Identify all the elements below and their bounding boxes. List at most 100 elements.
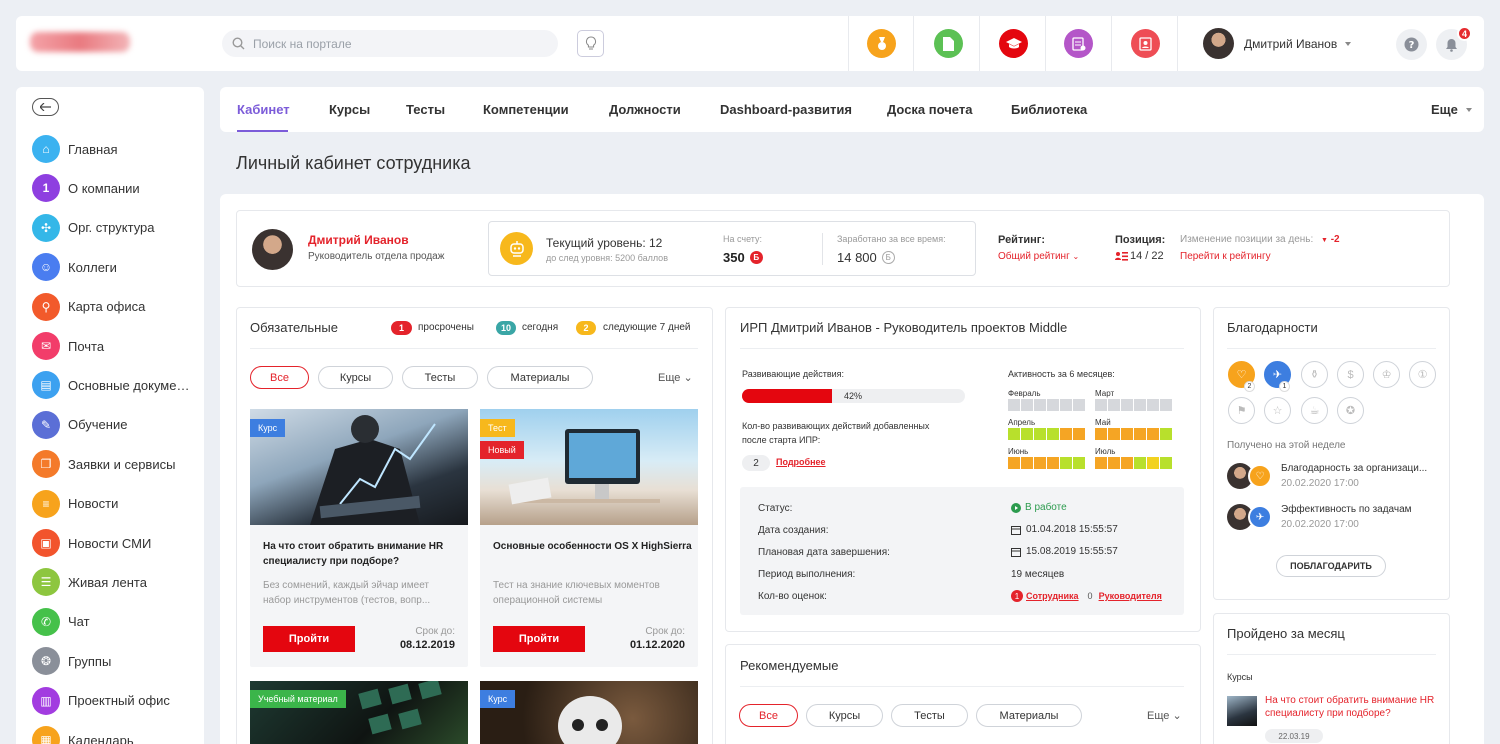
mandatory-title: Обязательные [250, 320, 338, 335]
divider [740, 686, 1184, 687]
sidebar-item[interactable]: ✎ Обучение [32, 410, 193, 439]
lightbulb-icon [585, 36, 596, 50]
contact-card-icon[interactable] [1131, 29, 1160, 58]
tab-library[interactable]: Библиотека [1011, 87, 1087, 132]
rec-filter-courses[interactable]: Курсы [806, 704, 883, 727]
sidebar-item[interactable]: ✉ Почта [32, 332, 193, 360]
idea-button[interactable] [577, 30, 604, 57]
colleagues-icon: ☺ [32, 253, 60, 282]
employee-rating-link[interactable]: Сотрудника [1026, 591, 1079, 601]
calendar-icon [1011, 525, 1021, 535]
course-title[interactable]: Основные особенности OS X HighSierra [493, 539, 693, 554]
flag-badge-icon[interactable]: ⚑ [1228, 397, 1255, 424]
activity-month-label: Май [1095, 418, 1111, 427]
divider [1227, 654, 1436, 655]
start-course-button[interactable]: Пройти [263, 626, 355, 652]
sidebar-item[interactable]: ▦ Календарь [32, 726, 193, 744]
tab-dashboard[interactable]: Dashboard-развития [720, 87, 852, 132]
tab-positions[interactable]: Должности [609, 87, 681, 132]
profile-name[interactable]: Дмитрий Иванов [308, 233, 409, 247]
tab-cabinet[interactable]: Кабинет [237, 87, 290, 132]
user-menu[interactable]: Дмитрий Иванов [1203, 28, 1352, 59]
activity-cell [1160, 399, 1172, 411]
sidebar-item[interactable]: ✣ Орг. структура [32, 213, 193, 242]
sidebar-item-label: Коллеги [68, 259, 117, 275]
activity-cell [1160, 428, 1172, 440]
planned-value: 15.08.2019 15:55:57 [1026, 546, 1118, 557]
arrow-left-icon [40, 103, 51, 111]
thanks-item-title[interactable]: Благодарность за организаци... [1281, 463, 1427, 474]
tab-honor-board[interactable]: Доска почета [887, 87, 972, 132]
first-place-badge-icon[interactable]: ① [1409, 361, 1436, 388]
rating-select[interactable]: Общий рейтинг ⌄ [998, 251, 1079, 262]
week-label: Получено на этой неделе [1227, 440, 1346, 451]
sidebar-item[interactable]: ⚲ Карта офиса [32, 292, 193, 321]
filter-materials[interactable]: Материалы [487, 366, 593, 389]
sidebar-item-label: Группы [68, 653, 112, 669]
sidebar-item[interactable]: 1 О компании [32, 174, 193, 203]
sidebar-item[interactable]: ▣ Новости СМИ [32, 529, 193, 557]
manager-rating-link[interactable]: Руководителя [1099, 591, 1162, 601]
filter-all[interactable]: Все [250, 366, 309, 389]
thanks-item-title[interactable]: Эффективность по задачам [1281, 504, 1412, 515]
sidebar-item[interactable]: ≡ Новости [32, 489, 193, 518]
deadline-label: Срок до: [645, 626, 685, 637]
company-logo[interactable] [30, 32, 130, 52]
sidebar-item[interactable]: ❂ Группы [32, 647, 193, 676]
tabs-more-button[interactable]: Еще [1431, 87, 1472, 132]
monthly-item-title[interactable]: На что стоит обратить внимание HR специа… [1265, 694, 1440, 720]
activity-label: Активность за 6 месяцев: [1008, 369, 1115, 379]
help-button[interactable]: ? [1396, 29, 1427, 60]
recommended-more[interactable]: Еще ⌄ [1147, 709, 1182, 722]
sidebar-item[interactable]: ☰ Живая лента [32, 568, 193, 597]
trophy-badge-icon[interactable]: ⚱ [1301, 361, 1328, 388]
next7-label[interactable]: следующие 7 дней [603, 322, 691, 333]
ratings: 1 Сотрудника 0 Руководителя [1011, 590, 1162, 602]
sidebar-item[interactable]: ✆ Чат [32, 607, 193, 636]
coffee-badge-icon[interactable]: ☕ [1301, 397, 1328, 424]
sidebar-item-label: Календарь [68, 732, 134, 744]
planned: 15.08.2019 15:55:57 [1011, 546, 1118, 557]
sidebar-item[interactable]: ⌂ Главная [32, 135, 193, 163]
sidebar-item[interactable]: ▥ Проектный офис [32, 686, 193, 715]
graduation-cap-icon[interactable] [999, 29, 1028, 58]
sidebar-item[interactable]: ☺ Коллеги [32, 253, 193, 282]
document-icon[interactable] [934, 29, 963, 58]
tab-competencies[interactable]: Компетенции [483, 87, 569, 132]
rec-filter-tests[interactable]: Тесты [891, 704, 968, 727]
deadline-label: Срок до: [415, 626, 455, 637]
overdue-label[interactable]: просрочены [418, 322, 474, 333]
today-label[interactable]: сегодня [522, 322, 558, 333]
filter-tests[interactable]: Тесты [402, 366, 478, 389]
tab-tests[interactable]: Тесты [406, 87, 445, 132]
ranking-icon [1115, 252, 1128, 261]
sidebar-item[interactable]: ❐ Заявки и сервисы [32, 450, 193, 479]
star-badge-icon[interactable]: ☆ [1264, 397, 1291, 424]
mandatory-more[interactable]: Еще ⌄ [658, 371, 693, 384]
activity-cell [1134, 428, 1146, 440]
tab-courses[interactable]: Курсы [329, 87, 370, 132]
filter-courses[interactable]: Курсы [318, 366, 393, 389]
activity-cell [1034, 399, 1046, 411]
sidebar-item[interactable]: ▤ Основные документы [32, 371, 193, 400]
sidebar-item-label: Главная [68, 141, 118, 157]
rec-filter-all[interactable]: Все [739, 704, 798, 727]
rec-filter-materials[interactable]: Материалы [976, 704, 1082, 727]
medal-badge-icon[interactable]: ✪ [1337, 397, 1364, 424]
details-link[interactable]: Подробнее [776, 457, 826, 467]
help-icon: ? [1404, 37, 1419, 52]
course-title[interactable]: На что стоит обратить внимание HR специа… [263, 539, 458, 569]
points-icon: Б [749, 251, 763, 264]
crown-badge-icon[interactable]: ♔ [1373, 361, 1400, 388]
search-input[interactable]: Поиск на портале [222, 30, 558, 57]
medal-icon[interactable] [867, 29, 896, 58]
money-badge-icon[interactable]: $ [1337, 361, 1364, 388]
report-icon[interactable] [1064, 29, 1093, 58]
collapse-sidebar-button[interactable] [32, 98, 59, 116]
thank-button[interactable]: ПОБЛАГОДАРИТЬ [1276, 555, 1386, 577]
activity-cell [1021, 457, 1033, 469]
sidebar-item-label: Орг. структура [68, 220, 155, 236]
start-test-button[interactable]: Пройти [493, 626, 585, 652]
position-change-label: Изменение позиции за день: [1180, 234, 1314, 245]
rating-link[interactable]: Перейти к рейтингу [1180, 251, 1271, 262]
